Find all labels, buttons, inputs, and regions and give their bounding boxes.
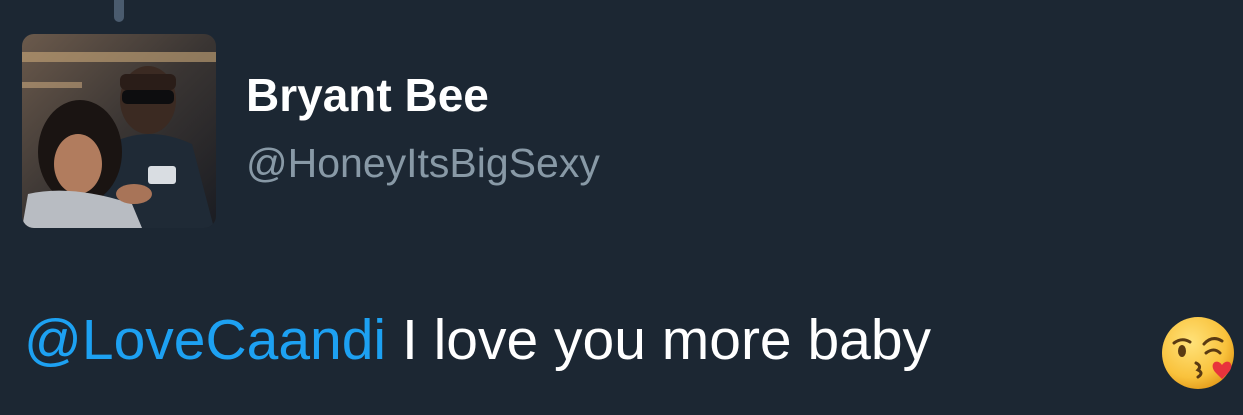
author-name[interactable]: Bryant Bee xyxy=(246,72,489,118)
tweet-body: I love you more baby xyxy=(386,308,932,372)
mention-link[interactable]: @LoveCaandi xyxy=(24,308,386,372)
thread-connector-line xyxy=(114,0,124,22)
face-blowing-a-kiss-emoji xyxy=(1162,317,1234,389)
avatar[interactable] xyxy=(22,34,216,228)
author-handle[interactable]: @HoneyItsBigSexy xyxy=(246,143,600,184)
tweet-card: Bryant Bee @HoneyItsBigSexy @LoveCaandi … xyxy=(0,0,1243,415)
tweet-text: @LoveCaandi I love you more baby xyxy=(24,312,931,369)
